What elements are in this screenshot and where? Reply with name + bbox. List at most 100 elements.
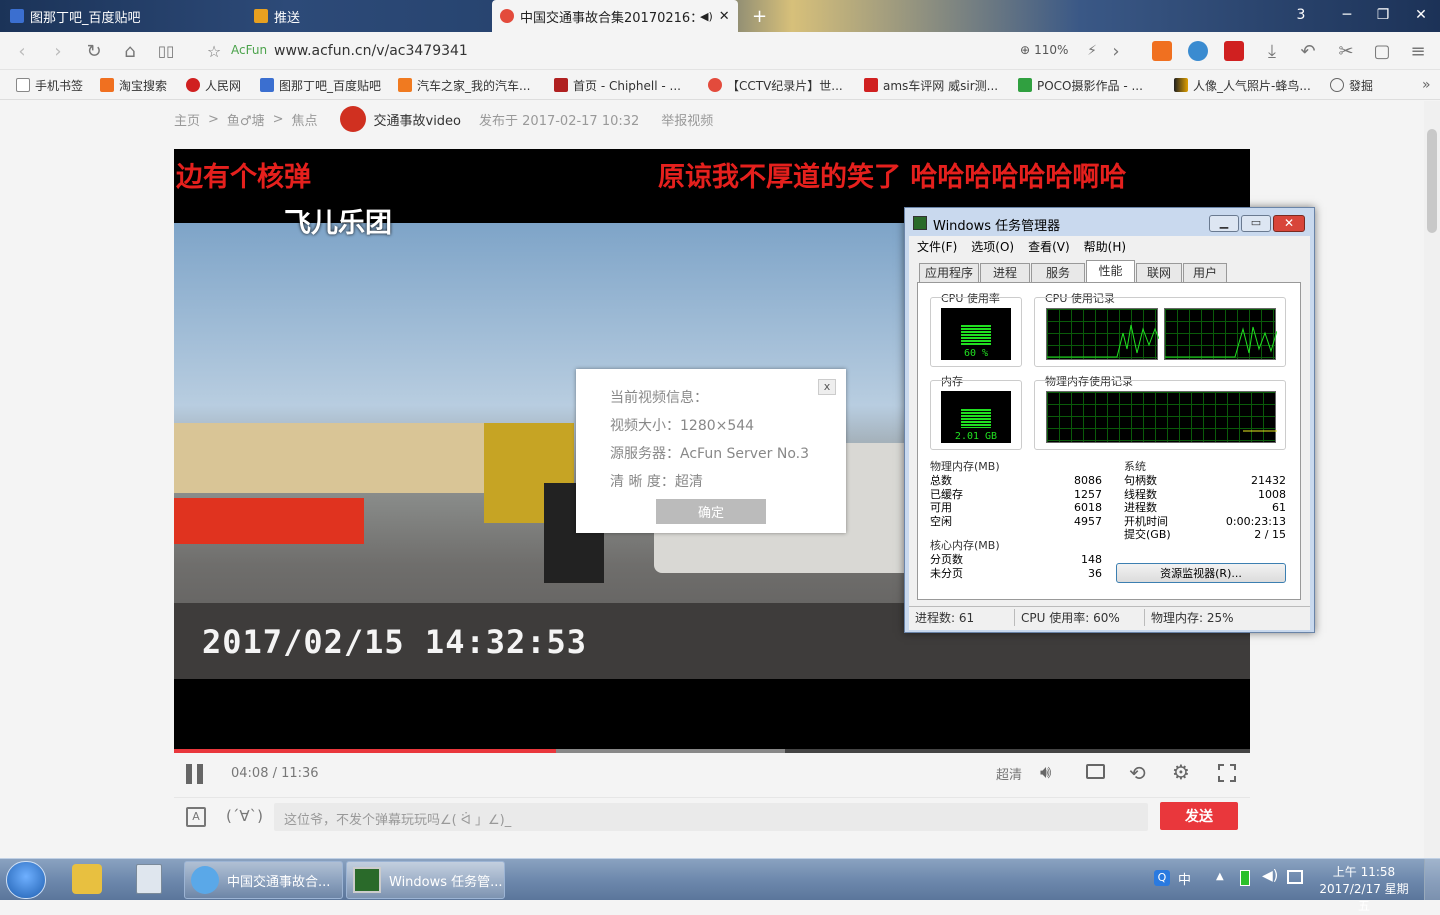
bookmark-item[interactable]: POCO摄影作品 - ... [1018, 76, 1143, 94]
scrollbar-thumb[interactable] [1427, 129, 1437, 233]
bookmark-label: 手机书签 [35, 78, 84, 93]
more-bookmarks-icon[interactable]: » [1422, 76, 1431, 94]
bookmark-item[interactable]: ams车评网 威sir测... [864, 76, 998, 94]
home-icon[interactable]: ⌂ [118, 40, 142, 62]
emote-button[interactable]: (´∀`) [226, 807, 263, 825]
zoom-indicator[interactable]: ⊕ 110% [1020, 43, 1068, 57]
tab-networking[interactable]: 联网 [1136, 263, 1182, 282]
menu-view[interactable]: 查看(V) [1028, 238, 1070, 255]
close-icon[interactable]: x [818, 379, 836, 395]
bookmark-item[interactable]: 手机书签 [16, 76, 83, 94]
menu-help[interactable]: 帮助(H) [1084, 238, 1126, 255]
taskbar-item-label: Windows 任务管... [389, 874, 503, 890]
translate-icon[interactable] [1188, 41, 1208, 61]
page-scrollbar[interactable] [1424, 101, 1440, 858]
report-link[interactable]: 举报视频 [661, 110, 713, 129]
search-app-icon[interactable] [72, 864, 102, 894]
tab-users[interactable]: 用户 [1183, 263, 1227, 282]
gear-icon[interactable]: ⚙ [1172, 760, 1190, 784]
memory-history-line [1243, 430, 1277, 432]
tm-maximize-button[interactable]: ▭ [1241, 215, 1271, 232]
ime-icon[interactable]: Q [1154, 870, 1170, 886]
rebate-icon[interactable] [1152, 41, 1172, 61]
volume-tray-icon[interactable]: ◀) [1262, 868, 1278, 884]
bookmark-item[interactable]: 图那丁吧_百度贴吧 [260, 76, 381, 94]
crumb-home[interactable]: 主页 [174, 110, 200, 129]
tab-push[interactable]: 推送 [246, 0, 486, 32]
close-tab-icon[interactable]: ✕ [719, 9, 730, 24]
tab-count[interactable]: 3 [1284, 0, 1318, 30]
send-button[interactable]: 发送 [1160, 802, 1238, 830]
url-input[interactable]: www.acfun.cn/v/ac3479341 [274, 43, 468, 59]
chevron-right-icon[interactable]: › [1104, 40, 1128, 62]
back-icon[interactable]: ‹ [10, 40, 34, 62]
taobao-icon [100, 78, 114, 92]
tab-services[interactable]: 服务 [1031, 263, 1085, 282]
danmaku-style-icon[interactable]: A [186, 807, 206, 827]
download-icon[interactable]: ⤓ [1260, 40, 1284, 62]
tab-acfun[interactable]: 中国交通事故合集20170216：每 ◀) ✕ [492, 0, 738, 32]
forward-icon[interactable]: › [46, 40, 70, 62]
minimize-button[interactable]: ─ [1330, 0, 1364, 30]
start-button[interactable] [6, 861, 46, 899]
bag-icon[interactable]: ▢ [1370, 40, 1394, 62]
new-tab-button[interactable]: + [744, 0, 768, 32]
loop-icon[interactable]: ⟲ [1129, 761, 1146, 785]
taskbar-item-taskmgr[interactable]: Windows 任务管... [346, 861, 505, 899]
menu-options[interactable]: 选项(O) [971, 238, 1014, 255]
tab-processes[interactable]: 进程 [980, 263, 1030, 282]
danmaku-input[interactable]: 这位爷，不发个弹幕玩玩吗∠( ᐛ 」∠)_ [274, 803, 1148, 831]
crumb-sub[interactable]: 焦点 [291, 110, 317, 129]
crumb-section[interactable]: 鱼♂塘 [227, 110, 265, 129]
ime-mode[interactable]: 中 [1178, 869, 1191, 888]
star-icon[interactable]: ☆ [202, 40, 226, 62]
bookmark-item[interactable]: 人像_人气照片-蜂鸟... [1174, 76, 1311, 94]
network-icon[interactable] [1287, 870, 1303, 884]
avatar[interactable] [339, 106, 366, 132]
fullscreen-icon[interactable] [1218, 764, 1236, 782]
bookmark-item[interactable]: 首页 - Chiphell - ... [554, 76, 681, 94]
ok-button[interactable]: 确定 [656, 499, 766, 524]
bookmark-item[interactable]: 發掘 [1330, 76, 1373, 94]
bookmark-item[interactable]: 淘宝搜索 [100, 76, 167, 94]
kernel-title: 核心内存(MB) [930, 539, 1000, 552]
reload-icon[interactable]: ↻ [82, 40, 106, 62]
tray-expand-icon[interactable]: ▲ [1216, 871, 1224, 882]
speaker-icon[interactable]: ◀) [700, 10, 713, 23]
tab-performance[interactable]: 性能 [1086, 260, 1135, 283]
bookmark-item[interactable]: 汽车之家_我的汽车... [398, 76, 530, 94]
tab-applications[interactable]: 应用程序 [919, 263, 979, 282]
menu-icon[interactable]: ≡ [1406, 40, 1430, 62]
bookmark-label: 人民网 [205, 78, 242, 93]
tm-close-button[interactable]: ✕ [1273, 215, 1305, 232]
reader-icon[interactable]: ▯▯ [154, 40, 178, 62]
volume-icon[interactable]: 🔊︎ [1040, 762, 1051, 783]
bookmark-item[interactable]: 【CCTV纪录片】世... [708, 76, 843, 94]
uploader-name[interactable]: 交通事故video [374, 110, 462, 129]
video-info-dialog: x 当前视频信息： 视频大小：1280×544 源服务器：AcFun Serve… [576, 369, 846, 533]
taskmgr-title: Windows 任务管理器 [933, 219, 1061, 234]
tab-tieba[interactable]: 图那丁吧_百度贴吧 [2, 0, 242, 32]
task-manager-window[interactable]: Windows 任务管理器 ▁ ▭ ✕ 文件(F) 选项(O) 查看(V) 帮助… [904, 207, 1315, 633]
lightning-icon[interactable]: ⚡ [1080, 40, 1104, 62]
close-window-button[interactable]: ✕ [1404, 0, 1438, 30]
scissors-icon[interactable]: ✂ [1334, 40, 1358, 62]
resource-monitor-button[interactable]: 资源监视器(R)... [1116, 563, 1286, 583]
calculator-icon[interactable] [136, 864, 162, 894]
tm-minimize-button[interactable]: ▁ [1209, 215, 1239, 232]
menu-file[interactable]: 文件(F) [917, 238, 957, 255]
taskbar-item-browser[interactable]: 中国交通事故合... [184, 861, 343, 899]
pause-button[interactable] [186, 764, 206, 784]
restore-button[interactable]: ❐ [1366, 0, 1400, 30]
phys-title: 物理内存(MB) [930, 460, 1000, 473]
bookmark-item[interactable]: 人民网 [186, 76, 241, 94]
stat-value: 1257 [1074, 487, 1102, 501]
quality-button[interactable]: 超清 [996, 764, 1022, 783]
danmaku-toggle-icon[interactable] [1086, 764, 1105, 779]
battery-icon[interactable] [1240, 870, 1250, 886]
clock[interactable]: 上午 11:58 2017/2/17 星期五 [1318, 864, 1410, 915]
undo-icon[interactable]: ↶ [1296, 40, 1320, 62]
show-desktop-button[interactable] [1424, 859, 1440, 900]
poco-icon [1018, 78, 1032, 92]
mail-icon[interactable] [1224, 41, 1244, 61]
